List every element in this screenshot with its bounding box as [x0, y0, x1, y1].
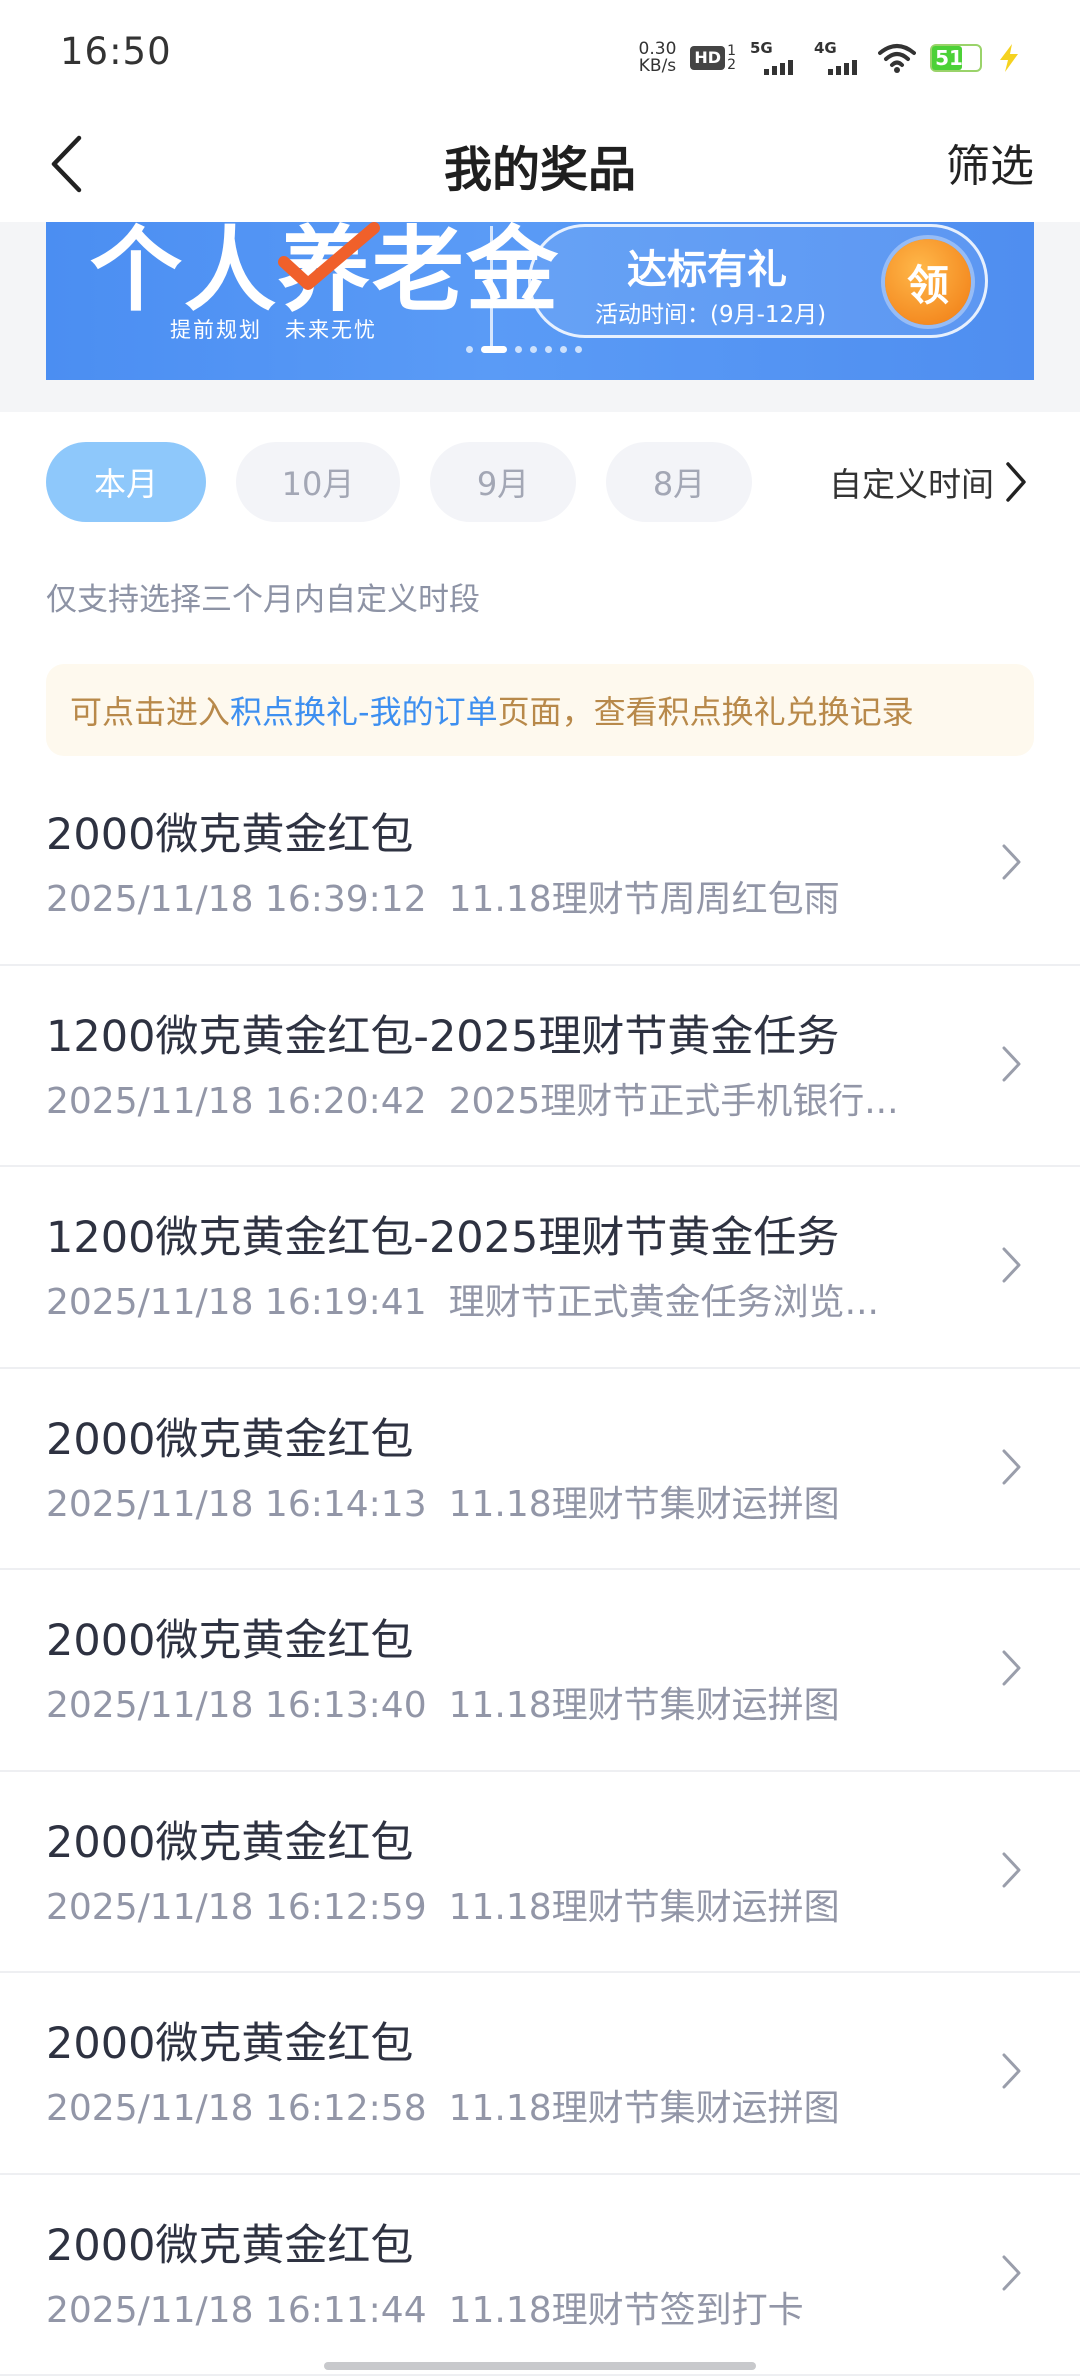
- prize-title: 2000微克黄金红包: [46, 1414, 414, 1465]
- prize-meta: 2025/11/18 16:39:12 11.18理财节周周红包雨: [46, 870, 946, 922]
- prize-title: 2000微克黄金红包: [46, 2220, 414, 2271]
- chevron-right-icon: [1006, 462, 1026, 502]
- prize-meta: 2025/11/18 16:19:41 理财节正式黄金任务浏览...: [46, 1273, 946, 1325]
- prize-source: 11.18理财节集财运拼图: [448, 1483, 840, 1525]
- signal-5g-label: 5G: [750, 39, 773, 57]
- signal-4g-label: 4G: [814, 39, 837, 57]
- chevron-right-icon: [1002, 1247, 1021, 1283]
- prize-title: 1200微克黄金红包-2025理财节黄金任务: [46, 1011, 840, 1062]
- order-page-link[interactable]: 积点换礼-我的订单: [230, 687, 498, 733]
- prize-row[interactable]: 2000微克黄金红包 2025/11/18 16:12:58 11.18理财节集财…: [0, 1973, 1080, 2175]
- prize-time: 2025/11/18 16:14:13: [46, 1483, 427, 1525]
- banner-divider: [490, 226, 493, 348]
- network-speed-unit: KB/s: [638, 56, 677, 76]
- claim-button[interactable]: 领: [885, 239, 971, 325]
- signal-5g-icon: 5G: [750, 39, 800, 75]
- prize-row[interactable]: 2000微克黄金红包 2025/11/18 16:12:59 11.18理财节集财…: [0, 1771, 1080, 1973]
- promo-banner[interactable]: 个人养老金 提前规划 未来无忧 达标有礼 活动时间：(9月-12月) 领: [46, 222, 1034, 380]
- prize-title: 1200微克黄金红包-2025理财节黄金任务: [46, 1213, 840, 1263]
- prize-time: 2025/11/18 16:12:58: [46, 2088, 427, 2129]
- banner-pill-date: 活动时间：(9月-12月): [595, 302, 827, 328]
- battery-icon: 51: [930, 44, 982, 72]
- prize-meta: 2025/11/18 16:12:58 11.18理财节集财运拼图: [46, 2079, 946, 2131]
- prize-source: 11.18理财节集财运拼图: [448, 2088, 840, 2129]
- prize-row[interactable]: 2000微克黄金红包 2025/11/18 16:14:13 11.18理财节集财…: [0, 1368, 1080, 1570]
- prize-time: 2025/11/18 16:11:44: [46, 2289, 427, 2331]
- notice-suffix: 页面，查看积点换礼兑换记录: [497, 693, 914, 731]
- prize-meta: 2025/11/18 16:13:40 11.18理财节集财运拼图: [46, 1676, 946, 1728]
- page-title: 我的奖品: [443, 142, 636, 198]
- prize-source: 理财节正式黄金任务浏览...: [448, 1282, 879, 1323]
- banner-subtitle: 提前规划 未来无忧: [170, 318, 377, 342]
- prize-row[interactable]: 2000微克黄金红包 2025/11/18 16:13:40 11.18理财节集财…: [0, 1570, 1080, 1772]
- prize-time: 2025/11/18 16:19:41: [46, 1282, 427, 1323]
- month-tabs: 本月 10月 9月 8月 自定义时间: [0, 412, 1080, 552]
- hd-label: HD: [690, 46, 726, 70]
- tab-september[interactable]: 9月: [430, 442, 576, 522]
- tab-august[interactable]: 8月: [606, 442, 752, 522]
- wifi-icon: [878, 44, 916, 73]
- prize-row[interactable]: 2000微克黄金红包 2025/11/18 16:11:44 11.18理财节签到…: [0, 2174, 1080, 2376]
- custom-time-label: 自定义时间: [829, 465, 994, 504]
- chevron-right-icon: [1002, 2255, 1021, 2290]
- prize-source: 11.18理财节集财运拼图: [448, 1886, 840, 1928]
- prize-source: 11.18理财节集财运拼图: [448, 1685, 840, 1726]
- home-indicator[interactable]: [324, 2362, 756, 2370]
- prize-row[interactable]: 1200微克黄金红包-2025理财节黄金任务 2025/11/18 16:20:…: [0, 965, 1080, 1167]
- banner-area: 个人养老金 提前规划 未来无忧 达标有礼 活动时间：(9月-12月) 领: [0, 222, 1080, 412]
- custom-range-hint: 仅支持选择三个月内自定义时段: [46, 582, 480, 618]
- header: 我的奖品 筛选: [0, 110, 1080, 222]
- status-bar: 16:50 0.30 KB/s HD 1 2 5G 4G 51: [0, 0, 1080, 110]
- status-icons: 0.30 KB/s HD 1 2 5G 4G 51: [639, 34, 1022, 82]
- chevron-right-icon: [1002, 1449, 1021, 1484]
- prize-title: 2000微克黄金红包: [46, 810, 414, 860]
- prize-source: 2025理财节正式手机银行...: [448, 1080, 899, 1122]
- prize-meta: 2025/11/18 16:12:59 11.18理财节集财运拼图: [46, 1878, 946, 1930]
- battery-level: 51: [935, 46, 963, 70]
- carousel-indicator: [466, 346, 582, 353]
- hd-icon: HD 1 2: [690, 44, 736, 72]
- chevron-right-icon: [1002, 844, 1021, 880]
- hd-sub: 1 2: [727, 44, 736, 72]
- prize-meta: 2025/11/18 16:14:13 11.18理财节集财运拼图: [46, 1475, 946, 1527]
- checkmark-icon: [278, 222, 380, 290]
- prize-time: 2025/11/18 16:13:40: [46, 1685, 427, 1726]
- hd-sub-bottom: 2: [727, 57, 736, 73]
- prize-source: 11.18理财节签到打卡: [448, 2289, 804, 2331]
- chevron-right-icon: [1002, 1852, 1021, 1887]
- chevron-right-icon: [1002, 2053, 1021, 2089]
- prize-list: 2000微克黄金红包 2025/11/18 16:39:12 11.18理财节周周…: [0, 764, 1080, 2376]
- tab-this-month[interactable]: 本月: [46, 442, 206, 522]
- custom-time-button[interactable]: 自定义时间: [829, 442, 1028, 522]
- hd-sub-top: 1: [727, 43, 736, 59]
- banner-pill-title: 达标有礼: [627, 247, 787, 293]
- notice-banner: 可点击进入 积点换礼-我的订单 页面，查看积点换礼兑换记录: [46, 664, 1034, 756]
- notice-prefix: 可点击进入: [70, 693, 231, 731]
- prize-meta: 2025/11/18 16:11:44 11.18理财节签到打卡: [46, 2281, 946, 2333]
- prize-meta: 2025/11/18 16:20:42 2025理财节正式手机银行...: [46, 1072, 946, 1124]
- chevron-right-icon: [1002, 1650, 1021, 1686]
- network-speed: 0.30 KB/s: [639, 41, 677, 75]
- banner-promo-pill[interactable]: 达标有礼 活动时间：(9月-12月) 领: [528, 224, 988, 338]
- status-time: 16:50: [60, 30, 172, 73]
- prize-time: 2025/11/18 16:39:12: [46, 879, 427, 920]
- prize-row[interactable]: 1200微克黄金红包-2025理财节黄金任务 2025/11/18 16:19:…: [0, 1167, 1080, 1369]
- charging-icon: [1000, 44, 1018, 72]
- chevron-right-icon: [1002, 1046, 1021, 1081]
- prize-time: 2025/11/18 16:12:59: [46, 1886, 427, 1928]
- signal-4g-icon: 4G: [814, 39, 864, 75]
- prize-time: 2025/11/18 16:20:42: [46, 1080, 427, 1122]
- prize-title: 2000微克黄金红包: [46, 1616, 414, 1666]
- prize-source: 11.18理财节周周红包雨: [448, 879, 840, 920]
- prize-row[interactable]: 2000微克黄金红包 2025/11/18 16:39:12 11.18理财节周周…: [0, 764, 1080, 966]
- prize-title: 2000微克黄金红包: [46, 2019, 414, 2069]
- prize-title: 2000微克黄金红包: [46, 1817, 414, 1868]
- tab-october[interactable]: 10月: [236, 442, 400, 522]
- filter-button[interactable]: 筛选: [946, 130, 1034, 194]
